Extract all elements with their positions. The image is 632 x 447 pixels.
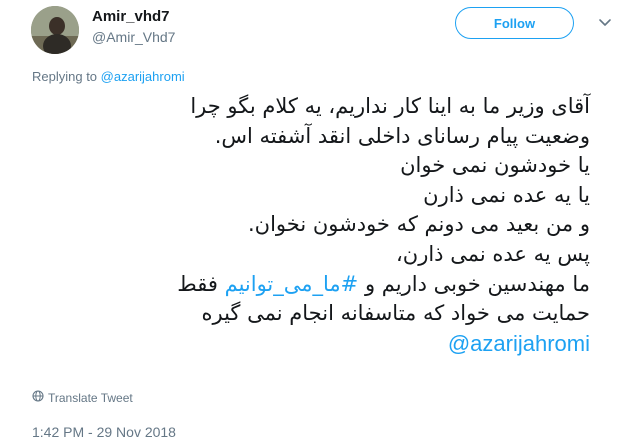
tweet-line: یا یه عده نمی ذارن [423,182,590,207]
tweet-line: پس یه عده نمی ذارن، [396,241,590,266]
tweet-line: حمایت می خواد که متاسفانه انجام نمی گیره [201,301,591,326]
tweet-text: آقای وزیر ما به اینا کار نداریم، یه کلام… [30,92,590,358]
avatar[interactable] [31,6,79,54]
replying-to: Replying to @azarijahromi [32,69,185,84]
hashtag-link[interactable]: #ما_می_توانیم [225,272,359,296]
tweet-line: یا خودشون نمی خوان [400,153,590,178]
replying-to-mention[interactable]: @azarijahromi [101,69,185,84]
timestamp[interactable]: 1:42 PM - 29 Nov 2018 [32,424,176,440]
tweet-line: و من بعید می دونم که خودشون نخوان. [248,212,590,237]
tweet-line: وضعیت پیام رسانای داخلی انقد آشفته اس. [214,123,590,148]
globe-icon [32,390,44,405]
tweet-line: فقط [177,271,218,296]
tweet-line-with-hashtag: ما مهندسین خوبی داریم و #ما_می_توانیم فق… [30,270,590,300]
screen-name[interactable]: @Amir_Vhd7 [92,29,175,45]
replying-to-label: Replying to [32,69,98,84]
tweet-line: آقای وزیر ما به اینا کار نداریم، یه کلام… [190,94,590,118]
translate-tweet[interactable]: Translate Tweet [32,390,133,405]
translate-label[interactable]: Translate Tweet [48,391,133,405]
display-name[interactable]: Amir_vhd7 [92,8,170,25]
follow-button[interactable]: Follow [455,7,574,39]
chevron-down-icon[interactable] [597,14,613,30]
tweet-line: ما مهندسین خوبی داریم و [364,271,590,296]
mention-link[interactable]: @azarijahromi [30,329,590,359]
avatar-photo [31,6,79,54]
